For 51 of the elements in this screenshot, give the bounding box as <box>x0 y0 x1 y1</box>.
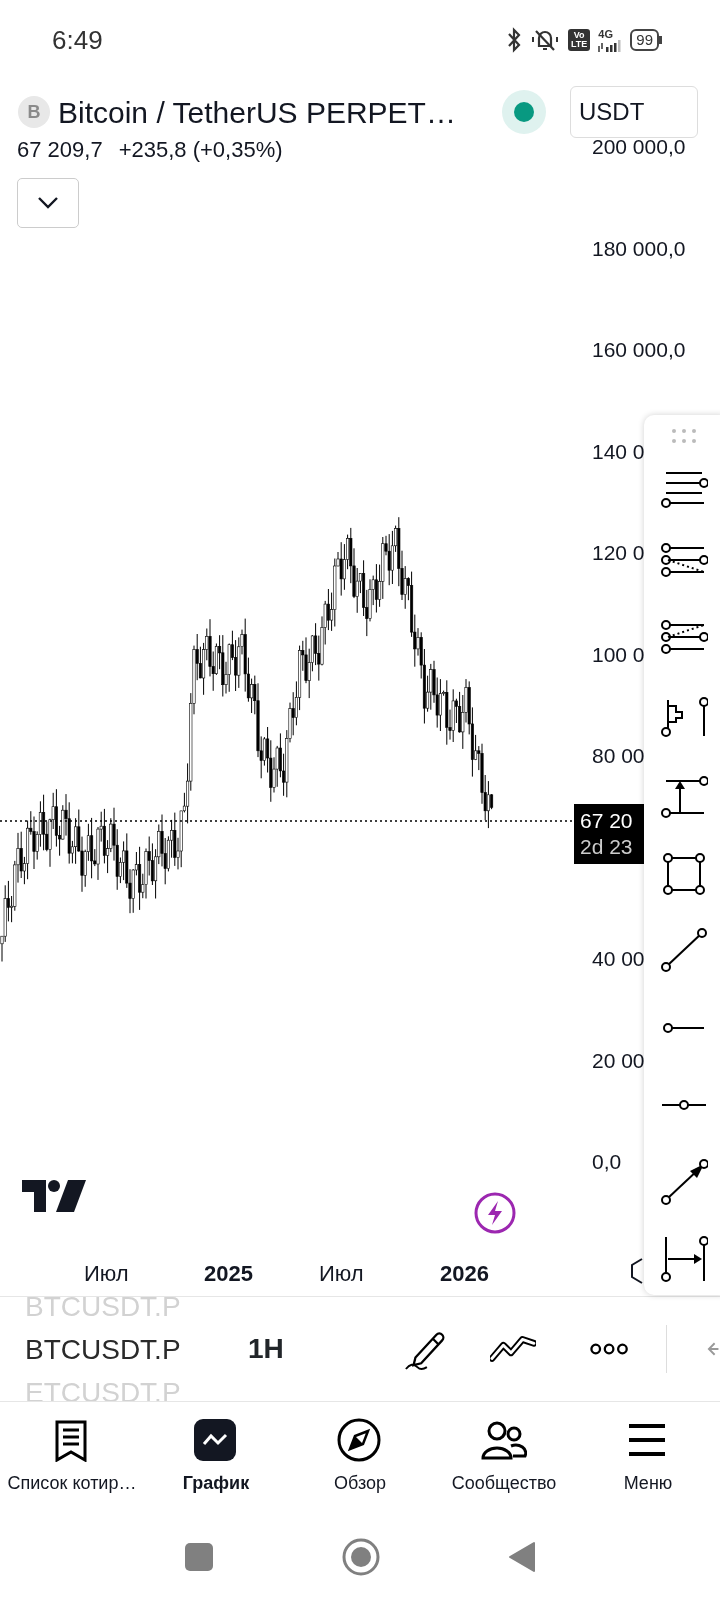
axis-label: 100 0 <box>592 641 645 668</box>
chevron-down-icon <box>37 196 59 210</box>
axis-label: 120 0 <box>592 540 645 566</box>
symbol-item[interactable]: BTCUSDT.P <box>25 1327 200 1371</box>
more-icon[interactable] <box>589 1342 628 1356</box>
square-icon[interactable] <box>660 850 708 898</box>
nav-label[interactable]: Сообщество <box>451 1469 557 1497</box>
currency-selector[interactable]: USDT <box>570 86 698 138</box>
axis-label: 80 00 <box>592 743 645 769</box>
axis-label: 140 0 <box>592 438 645 465</box>
market-status-indicator[interactable] <box>502 90 546 134</box>
scroll-left-icon[interactable] <box>628 1257 644 1285</box>
volte-text: Vo <box>572 31 586 40</box>
zigzag-icon[interactable] <box>489 1333 536 1365</box>
bluetooth-icon <box>505 27 522 53</box>
axis-label: 160 000,0 <box>592 337 686 363</box>
compass-icon[interactable] <box>337 1417 383 1462</box>
lightning-icon[interactable] <box>473 1191 517 1235</box>
nav-label[interactable]: Меню <box>623 1469 673 1497</box>
axis-label: 40 00 <box>592 946 645 972</box>
price-label-value: 67 20 <box>580 808 634 834</box>
axis-label: 180 000,0 <box>592 235 686 262</box>
clock-time: 6:49 <box>52 23 103 57</box>
battery-tip <box>659 36 662 44</box>
axis-label: 2025 <box>204 1260 253 1288</box>
axis-label: 0,0 <box>592 1149 622 1175</box>
range-arrow-icon[interactable] <box>660 1235 708 1283</box>
axis-label: Июл <box>84 1260 129 1288</box>
volte-text: LTE <box>570 40 588 49</box>
signal-icon <box>598 39 623 52</box>
nav-label[interactable]: Обзор <box>334 1469 386 1497</box>
arrow-lines-icon[interactable] <box>660 773 708 821</box>
price-change: +235,8 (+0,35%) <box>118 137 283 162</box>
home-icon[interactable] <box>341 1537 381 1577</box>
back-icon[interactable] <box>508 1541 536 1573</box>
axis-label: 20 00 <box>592 1047 645 1074</box>
interval-button[interactable]: 1H <box>248 1328 284 1370</box>
nav-label[interactable]: График <box>182 1469 250 1497</box>
network-type: 4G <box>598 28 614 40</box>
symbol-title[interactable]: Bitcoin / TetherUS PERPET… <box>58 89 456 135</box>
countdown-text: 2d 23 <box>580 834 634 860</box>
axis-label: Июл <box>319 1260 364 1288</box>
symbol-logo: B <box>18 96 50 128</box>
recents-icon[interactable] <box>184 1542 214 1572</box>
diagonal-line-icon[interactable] <box>660 927 708 975</box>
chart-icon[interactable] <box>193 1417 239 1462</box>
arrow-line-icon[interactable] <box>660 1158 708 1206</box>
nav-label[interactable]: Список котир… <box>7 1469 137 1497</box>
price-text: 67 209,7 <box>17 137 103 162</box>
axis-label: 2026 <box>440 1260 489 1288</box>
logo-icon <box>22 1180 86 1212</box>
